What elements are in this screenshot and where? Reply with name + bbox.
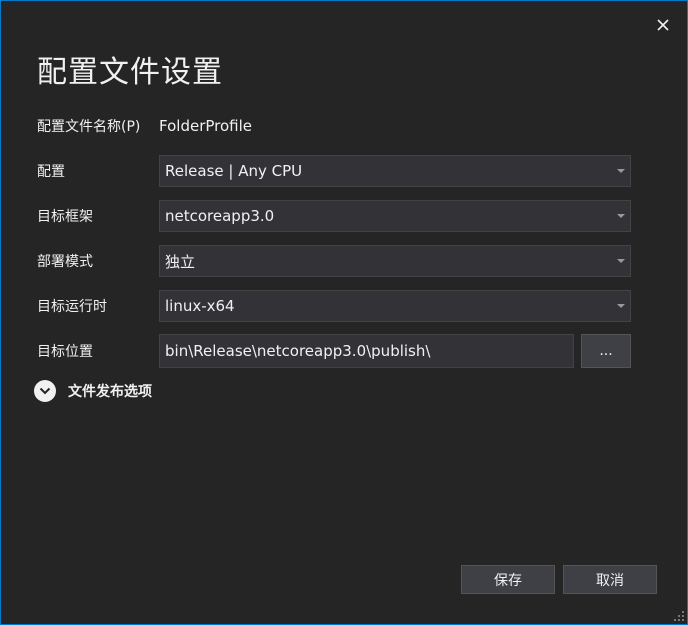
browse-button[interactable]: ... <box>581 334 631 368</box>
file-publish-options-label: 文件发布选项 <box>68 384 152 400</box>
dropdown-arrow-icon <box>617 214 625 218</box>
profile-name-value: FolderProfile <box>159 117 252 135</box>
dropdown-arrow-icon <box>617 259 625 263</box>
profile-name-label: 配置文件名称(P) <box>37 119 141 135</box>
deployment-mode-row: 部署模式 独立 <box>37 244 633 278</box>
close-button[interactable] <box>653 15 673 35</box>
cancel-button[interactable]: 取消 <box>563 565 657 594</box>
target-runtime-row: 目标运行时 linux-x64 <box>37 289 633 323</box>
chevron-down-icon <box>34 380 56 402</box>
dropdown-arrow-icon <box>617 304 625 308</box>
dialog-title: 配置文件设置 <box>37 55 223 90</box>
configuration-dropdown[interactable]: Release | Any CPU <box>159 155 631 187</box>
deployment-mode-value: 独立 <box>165 252 196 271</box>
deployment-mode-dropdown[interactable]: 独立 <box>159 245 631 277</box>
target-runtime-value: linux-x64 <box>165 297 235 315</box>
target-runtime-dropdown[interactable]: linux-x64 <box>159 290 631 322</box>
resize-grip-icon[interactable] <box>673 610 685 622</box>
target-framework-label: 目标框架 <box>37 209 93 225</box>
save-button[interactable]: 保存 <box>461 565 555 594</box>
dropdown-arrow-icon <box>617 169 625 173</box>
configuration-value: Release | Any CPU <box>165 162 303 180</box>
target-runtime-label: 目标运行时 <box>37 299 107 315</box>
target-location-input[interactable] <box>159 334 574 368</box>
profile-name-row: 配置文件名称(P) FolderProfile <box>37 109 633 143</box>
target-framework-row: 目标框架 netcoreapp3.0 <box>37 199 633 233</box>
profile-settings-dialog: 配置文件设置 配置文件名称(P) FolderProfile 配置 Releas… <box>0 0 688 625</box>
file-publish-options-expander[interactable]: 文件发布选项 <box>34 380 152 402</box>
target-location-label: 目标位置 <box>37 344 93 360</box>
configuration-label: 配置 <box>37 164 65 180</box>
target-framework-dropdown[interactable]: netcoreapp3.0 <box>159 200 631 232</box>
target-location-row: 目标位置 ... <box>37 334 633 368</box>
deployment-mode-label: 部署模式 <box>37 254 93 270</box>
target-framework-value: netcoreapp3.0 <box>165 207 275 225</box>
configuration-row: 配置 Release | Any CPU <box>37 154 633 188</box>
close-icon <box>657 19 669 31</box>
